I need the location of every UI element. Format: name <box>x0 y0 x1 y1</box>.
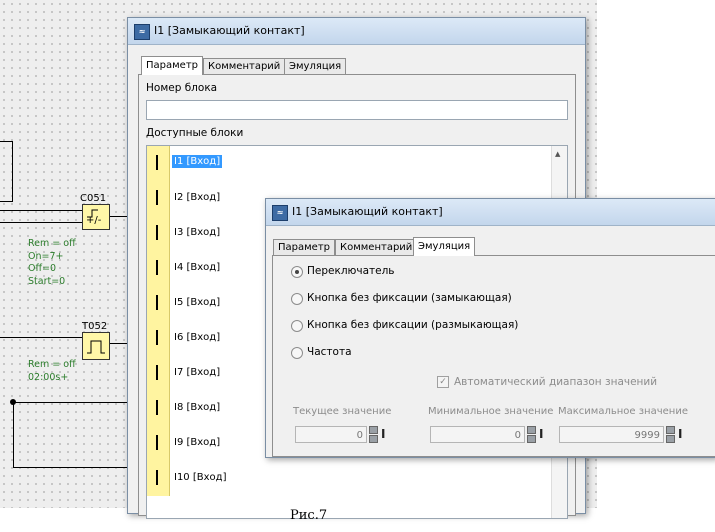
input-glyph <box>156 225 158 240</box>
tab-emulation[interactable]: Эмуляция <box>284 58 347 74</box>
radio-label: Переключатель <box>307 265 395 277</box>
tab-bar: Параметр Комментарий Эмуляция <box>141 56 441 75</box>
wire <box>0 337 82 338</box>
input-glyph <box>156 295 158 310</box>
radio-label: Кнопка без фиксации (размыкающая) <box>307 319 519 331</box>
wire <box>13 467 127 468</box>
radio-button[interactable] <box>291 347 303 359</box>
wire <box>0 210 82 211</box>
block-number-label: Номер блока <box>146 82 218 94</box>
list-item-label: I4 [Вход] <box>174 262 221 273</box>
max-value-input[interactable]: 9999 <box>559 426 664 443</box>
text-cursor-icon: I <box>539 427 544 441</box>
scroll-up-icon[interactable]: ▲ <box>555 150 560 158</box>
input-glyph <box>156 190 158 205</box>
list-item-label: I6 [Вход] <box>174 332 221 343</box>
radio-button[interactable] <box>291 320 303 332</box>
pulse-icon <box>87 340 105 354</box>
window-title: I1 [Замыкающий контакт] <box>292 205 443 218</box>
list-item[interactable]: I1 [Вход] <box>147 146 552 181</box>
input-block-icon <box>147 146 170 181</box>
input-block-icon <box>147 391 170 426</box>
current-value-input[interactable]: 0 <box>295 426 367 443</box>
counter-symbol: +/- <box>86 215 102 226</box>
auto-range-checkbox[interactable]: ✓ <box>437 376 449 388</box>
text-cursor-icon: I <box>678 427 683 441</box>
input-glyph <box>156 330 158 345</box>
list-item-label: I9 [Вход] <box>174 437 221 448</box>
wire <box>108 216 127 217</box>
emulation-window[interactable]: ≈ I1 [Замыкающий контакт] Параметр Комме… <box>265 198 715 458</box>
title-bar[interactable]: ≈ I1 [Замыкающий контакт] <box>128 18 585 45</box>
tab-parameter[interactable]: Параметр <box>141 56 203 75</box>
input-block-icon <box>147 216 170 251</box>
wire <box>13 402 127 403</box>
block-id-label: C051 <box>80 193 107 204</box>
input-block-icon <box>147 321 170 356</box>
max-value-label: Максимальное значение <box>558 406 688 417</box>
list-item-label: I1 [Вход] <box>172 155 223 168</box>
timer-block[interactable] <box>82 332 110 360</box>
max-value-spinner[interactable]: 9999 I <box>559 426 694 443</box>
app-icon: ≈ <box>272 205 288 221</box>
input-block-icon <box>147 356 170 391</box>
list-item-label: I7 [Вход] <box>174 367 221 378</box>
tab-comment[interactable]: Комментарий <box>203 58 286 74</box>
list-item-label: I8 [Вход] <box>174 402 221 413</box>
min-value-input[interactable]: 0 <box>430 426 525 443</box>
wire <box>108 343 127 344</box>
input-glyph <box>156 470 158 485</box>
list-item[interactable]: I10 [Вход] <box>147 461 552 496</box>
spin-arrows-icon[interactable] <box>369 426 378 443</box>
available-blocks-label: Доступные блоки <box>146 127 244 139</box>
wire <box>0 222 82 223</box>
wire <box>0 141 12 142</box>
window-title: I1 [Замыкающий контакт] <box>154 24 305 37</box>
input-glyph <box>156 155 158 170</box>
spin-arrows-icon[interactable] <box>527 426 536 443</box>
junction-node <box>10 399 16 405</box>
tab-bar: Параметр Комментарий Эмуляция <box>273 237 573 256</box>
min-value-spinner[interactable]: 0 I <box>430 426 550 443</box>
list-item-label: I2 [Вход] <box>174 192 221 203</box>
input-block-icon <box>147 461 170 496</box>
radio-button[interactable] <box>291 266 303 278</box>
radio-label: Кнопка без фиксации (замыкающая) <box>307 292 512 304</box>
current-value-label: Текущее значение <box>293 406 392 417</box>
tab-panel: Переключатель Кнопка без фиксации (замык… <box>272 255 715 457</box>
spin-arrows-icon[interactable] <box>666 426 675 443</box>
list-item-label: I10 [Вход] <box>174 472 227 483</box>
input-glyph <box>156 365 158 380</box>
block-params: Rem = off On=7+ Off=0 Start=0 <box>28 238 76 287</box>
auto-range-label: Автоматический диапазон значений <box>454 376 658 388</box>
app-icon: ≈ <box>134 24 150 40</box>
input-block-icon <box>147 426 170 461</box>
block-params: Rem = off 02:00s+ <box>28 359 76 383</box>
list-item-label: I5 [Вход] <box>174 297 221 308</box>
radio-label: Частота <box>307 346 352 358</box>
radio-button[interactable] <box>291 293 303 305</box>
block-number-input[interactable] <box>146 100 568 120</box>
input-glyph <box>156 260 158 275</box>
counter-block[interactable]: +/- <box>82 204 110 230</box>
list-item-label: I3 [Вход] <box>174 227 221 238</box>
wire <box>0 201 13 202</box>
input-block-icon <box>147 181 170 216</box>
input-block-icon <box>147 286 170 321</box>
figure-caption: Рис.7 <box>290 508 328 523</box>
block-id-label: T052 <box>82 321 108 332</box>
tab-comment[interactable]: Комментарий <box>335 239 418 255</box>
wire <box>13 402 14 468</box>
min-value-label: Минимальное значение <box>428 406 554 417</box>
input-block-icon <box>147 251 170 286</box>
tab-emulation[interactable]: Эмуляция <box>413 237 476 256</box>
text-cursor-icon: I <box>381 427 386 441</box>
input-glyph <box>156 400 158 415</box>
wire <box>12 141 13 201</box>
title-bar[interactable]: ≈ I1 [Замыкающий контакт] <box>266 199 715 226</box>
input-glyph <box>156 435 158 450</box>
current-value-spinner[interactable]: 0 I <box>295 426 390 443</box>
tab-parameter[interactable]: Параметр <box>273 239 335 255</box>
